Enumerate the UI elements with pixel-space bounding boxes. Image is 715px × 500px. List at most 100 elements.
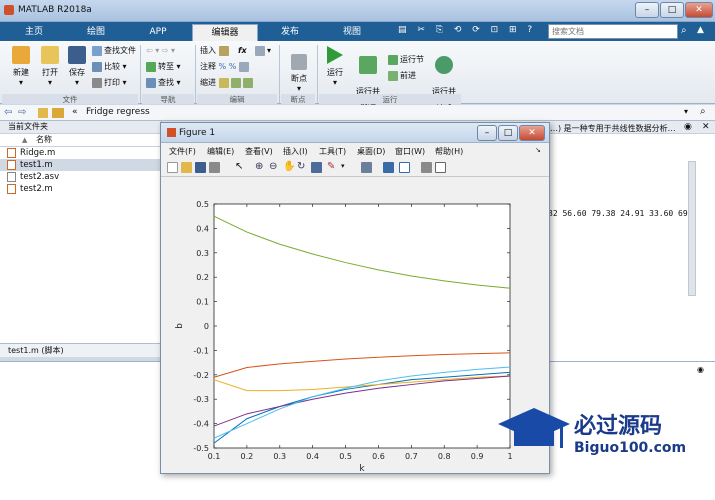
close-button[interactable]: ✕ (685, 2, 713, 18)
x-tick-label: 0.5 (339, 452, 352, 461)
open-button[interactable]: 打开 ▾ (36, 46, 64, 87)
maximize-button[interactable]: □ (660, 2, 684, 18)
tab-home[interactable]: 主页 (4, 24, 64, 41)
brush-dropdown-icon[interactable]: ▾ (341, 162, 345, 170)
quick-access-toolbar[interactable]: ▤ ✂ ⎘ ⟲ ⟳ ⊡ ⊞ ? (398, 25, 538, 38)
y-tick-label: 0 (204, 322, 209, 331)
file-details-status: test1.m (脚本) (0, 343, 162, 357)
breakpoints-button[interactable]: 断点 ▾ (284, 54, 314, 93)
legend-icon[interactable] (399, 162, 410, 173)
panel-options-icon[interactable]: ◉ (684, 122, 692, 132)
link-plot-icon[interactable] (361, 162, 372, 173)
compare-button[interactable]: 比较 ▾ (92, 61, 127, 73)
figure-window[interactable]: Figure 1 – □ ✕ 文件(F) 编辑(E) 查看(V) 插入(I) 工… (160, 122, 550, 474)
y-tick-label: -0.5 (193, 444, 209, 453)
figure-minimize-button[interactable]: – (477, 125, 497, 141)
print-figure-icon[interactable] (209, 162, 220, 173)
watermark-url: Biguo100.com (574, 440, 687, 456)
advance-button[interactable]: 前进 (388, 70, 416, 82)
print-button[interactable]: 打印 ▾ (92, 77, 127, 89)
path-chevron-icon: « (72, 107, 78, 117)
up-folder-icon[interactable] (38, 108, 48, 118)
insert-button[interactable]: 插入 (200, 45, 231, 57)
y-tick-label: -0.2 (193, 371, 209, 380)
menu-edit[interactable]: 编辑(E) (207, 146, 234, 157)
panel-close-icon[interactable]: ✕ (702, 122, 710, 132)
rotate-3d-icon[interactable]: ↻ (297, 161, 305, 172)
find-files-button[interactable]: 查找文件 (92, 45, 136, 57)
brush-icon[interactable]: ✎ (327, 161, 335, 172)
x-tick-label: 0.7 (405, 452, 418, 461)
file-item[interactable]: Ridge.m (0, 147, 161, 159)
zoom-out-icon[interactable]: ⊖ (269, 161, 277, 172)
new-figure-icon[interactable] (167, 162, 178, 173)
pointer-icon[interactable]: ↖ (235, 161, 243, 172)
search-input[interactable]: 搜索文档 (548, 24, 678, 39)
run-button[interactable]: 运行 ▾ (322, 46, 348, 87)
minimize-button[interactable]: – (635, 2, 659, 18)
navigate-group-label: 导航 (142, 94, 194, 104)
run-section-button[interactable]: 运行节 (388, 54, 424, 66)
zoom-in-icon[interactable]: ⊕ (255, 161, 263, 172)
goto-button[interactable]: 转至 ▾ (146, 61, 181, 73)
collapse-ribbon-icon[interactable]: ▲ (697, 25, 709, 38)
hide-plot-tools-icon[interactable] (421, 162, 432, 173)
fx-button[interactable]: fx (238, 45, 247, 57)
search-icon[interactable]: ⌕ (681, 25, 693, 38)
menu-desktop[interactable]: 桌面(D) (357, 146, 385, 157)
save-button[interactable]: 保存 ▾ (64, 46, 90, 87)
figure-title: Figure 1 (179, 128, 216, 138)
find-button[interactable]: 查找 ▾ (146, 77, 181, 89)
tab-publish[interactable]: 发布 (260, 24, 320, 41)
watermark-title: 必过源码 (574, 414, 663, 439)
breakpoints-icon (291, 54, 307, 70)
new-button[interactable]: 新建 ▾ (6, 46, 36, 87)
vertical-scrollbar[interactable] (688, 161, 696, 296)
m-file-icon (7, 184, 16, 194)
menu-help[interactable]: 帮助(H) (435, 146, 463, 157)
x-tick-label: 0.2 (241, 452, 254, 461)
title-bar: MATLAB R2018a – □ ✕ (0, 0, 715, 22)
panel-options-icon[interactable]: ◉ (697, 365, 704, 374)
show-plot-tools-icon[interactable] (435, 162, 446, 173)
x-axis-label: k (359, 464, 365, 473)
m-file-icon (7, 160, 16, 170)
indent-button[interactable]: 缩进 (200, 77, 255, 89)
find-files-icon (92, 45, 102, 56)
x-tick-label: 0.1 (208, 452, 221, 461)
name-column-header[interactable]: ▲ 名称 (0, 134, 161, 147)
menu-file[interactable]: 文件(F) (169, 146, 196, 157)
insert-menu-icon[interactable]: ▾ (255, 45, 271, 57)
forward-arrow-icon[interactable]: ⇨ (18, 107, 26, 118)
file-item-selected[interactable]: test1.m (0, 159, 161, 171)
file-item[interactable]: test2.m (0, 183, 161, 195)
file-item[interactable]: test2.asv (0, 171, 161, 183)
browse-folder-icon[interactable] (52, 108, 64, 118)
tab-plots[interactable]: 绘图 (66, 24, 126, 41)
tab-view[interactable]: 视图 (322, 24, 382, 41)
plot-area: 0.1 0.2 0.3 0.4 0.5 0.6 0.7 0.8 0.9 1 0.5 0.4 0.3 0.2… (161, 177, 549, 474)
tab-apps[interactable]: APP (128, 24, 188, 41)
back-arrow-icon[interactable]: ⇦ (4, 107, 12, 118)
data-cursor-icon[interactable] (311, 162, 322, 173)
ribbon-separator (195, 45, 196, 103)
menu-insert[interactable]: 插入(I) (283, 146, 308, 157)
dock-figure-icon[interactable]: ↘ (535, 146, 541, 154)
menu-tools[interactable]: 工具(T) (319, 146, 346, 157)
x-tick-label: 0.3 (273, 452, 286, 461)
save-figure-icon[interactable] (195, 162, 206, 173)
address-dropdown-icon[interactable]: ▾ (684, 107, 688, 116)
current-path[interactable]: Fridge regress (86, 107, 150, 117)
figure-close-button[interactable]: ✕ (519, 125, 545, 141)
address-search-icon[interactable]: ⌕ (700, 106, 706, 117)
line-chart[interactable]: 0.1 0.2 0.3 0.4 0.5 0.6 0.7 0.8 0.9 10.50.40.30.2… (161, 177, 549, 474)
colorbar-icon[interactable] (383, 162, 394, 173)
open-file-icon[interactable] (181, 162, 192, 173)
menu-window[interactable]: 窗口(W) (395, 146, 425, 157)
back-forward-buttons[interactable]: ⇦ ▾ ⇨ ▾ (146, 45, 175, 57)
comment-button[interactable]: 注释 % % (200, 61, 251, 73)
figure-maximize-button[interactable]: □ (498, 125, 518, 141)
tab-editor[interactable]: 编辑器 (192, 24, 258, 41)
pan-icon[interactable]: ✋ (283, 161, 295, 172)
menu-view[interactable]: 查看(V) (245, 146, 273, 157)
